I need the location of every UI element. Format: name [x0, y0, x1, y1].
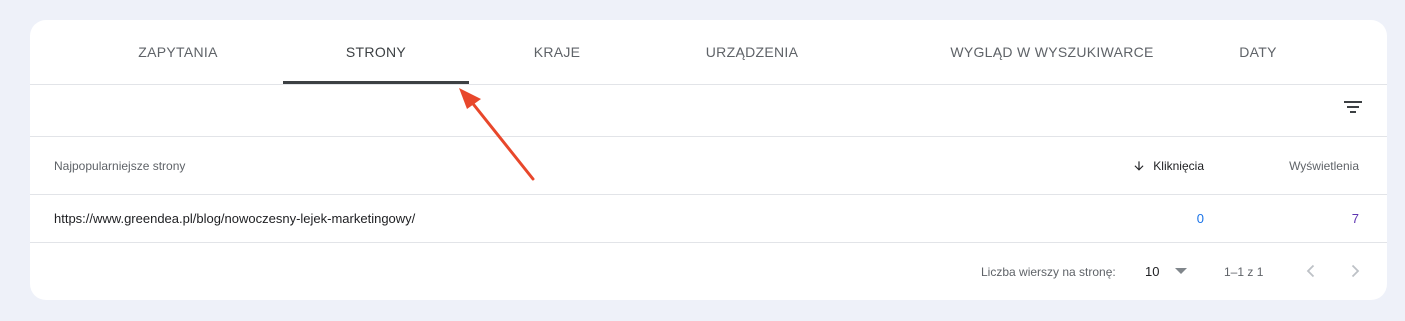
page-url-cell[interactable]: https://www.greendea.pl/blog/nowoczesny-…: [54, 195, 415, 242]
chevron-right-icon: [1351, 264, 1360, 278]
clicks-cell: 0: [1196, 211, 1204, 226]
rows-per-page-select[interactable]: 10: [1145, 261, 1195, 281]
table-header: Najpopularniejsze strony Kliknięcia Wyśw…: [30, 137, 1387, 195]
active-tab-indicator: [283, 81, 469, 84]
tab-pages[interactable]: STRONY: [283, 20, 469, 84]
chevron-down-icon[interactable]: [1175, 268, 1187, 274]
pagination: Liczba wierszy na stronę: 10 1–1 z 1: [30, 243, 1387, 300]
tab-queries[interactable]: ZAPYTANIA: [90, 20, 266, 84]
tab-dates[interactable]: DATY: [1210, 20, 1306, 84]
filter-button[interactable]: [1341, 95, 1365, 119]
column-header-impressions[interactable]: Wyświetlenia: [1260, 137, 1359, 194]
tab-bar: ZAPYTANIA STRONY KRAJE URZĄDZENIA WYGLĄD…: [30, 20, 1387, 85]
table-row[interactable]: https://www.greendea.pl/blog/nowoczesny-…: [30, 195, 1387, 243]
filter-icon: [1344, 101, 1362, 113]
column-header-clicks[interactable]: Kliknięcia: [1130, 137, 1204, 194]
previous-page-button[interactable]: [1299, 259, 1323, 283]
tab-devices[interactable]: URZĄDZENIA: [670, 20, 834, 84]
tab-search-appearance[interactable]: WYGLĄD W WYSZUKIWARCE: [900, 20, 1204, 84]
performance-report-card: ZAPYTANIA STRONY KRAJE URZĄDZENIA WYGLĄD…: [30, 20, 1387, 300]
rows-per-page-value: 10: [1145, 263, 1160, 279]
filter-row: [30, 85, 1387, 137]
rows-per-page-label: Liczba wierszy na stronę:: [981, 264, 1116, 279]
arrow-down-icon: [1134, 160, 1144, 171]
clicks-header-label: Kliknięcia: [1153, 158, 1204, 173]
chevron-left-icon: [1306, 264, 1315, 278]
page-range: 1–1 z 1: [1224, 264, 1264, 279]
column-header-page[interactable]: Najpopularniejsze strony: [54, 137, 185, 194]
next-page-button[interactable]: [1343, 259, 1367, 283]
impressions-cell: 7: [1351, 211, 1359, 226]
tab-countries[interactable]: KRAJE: [500, 20, 614, 84]
